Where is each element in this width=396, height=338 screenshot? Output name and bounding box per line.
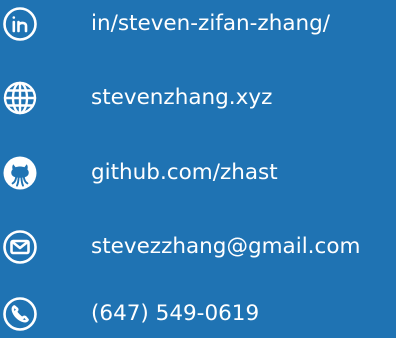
contact-item-linkedin[interactable]: in/steven-zifan-zhang/ — [0, 0, 396, 48]
linkedin-icon — [2, 6, 38, 42]
github-icon — [2, 155, 38, 191]
contact-label-github: github.com/zhast — [91, 160, 278, 186]
globe-icon — [2, 80, 38, 116]
contact-label-website: stevenzhang.xyz — [91, 85, 273, 111]
contact-item-github[interactable]: github.com/zhast — [0, 149, 396, 197]
contact-label-email: stevezzhang@gmail.com — [91, 234, 361, 260]
phone-icon — [2, 296, 38, 332]
contact-item-phone[interactable]: (647) 549-0619 — [0, 290, 396, 338]
contact-label-linkedin: in/steven-zifan-zhang/ — [91, 11, 331, 37]
contact-list: in/steven-zifan-zhang/ stevenzhang.xyz g… — [0, 0, 396, 338]
contact-label-phone: (647) 549-0619 — [91, 301, 260, 327]
contact-item-website[interactable]: stevenzhang.xyz — [0, 74, 396, 122]
email-icon — [2, 229, 38, 265]
contact-item-email[interactable]: stevezzhang@gmail.com — [0, 223, 396, 271]
